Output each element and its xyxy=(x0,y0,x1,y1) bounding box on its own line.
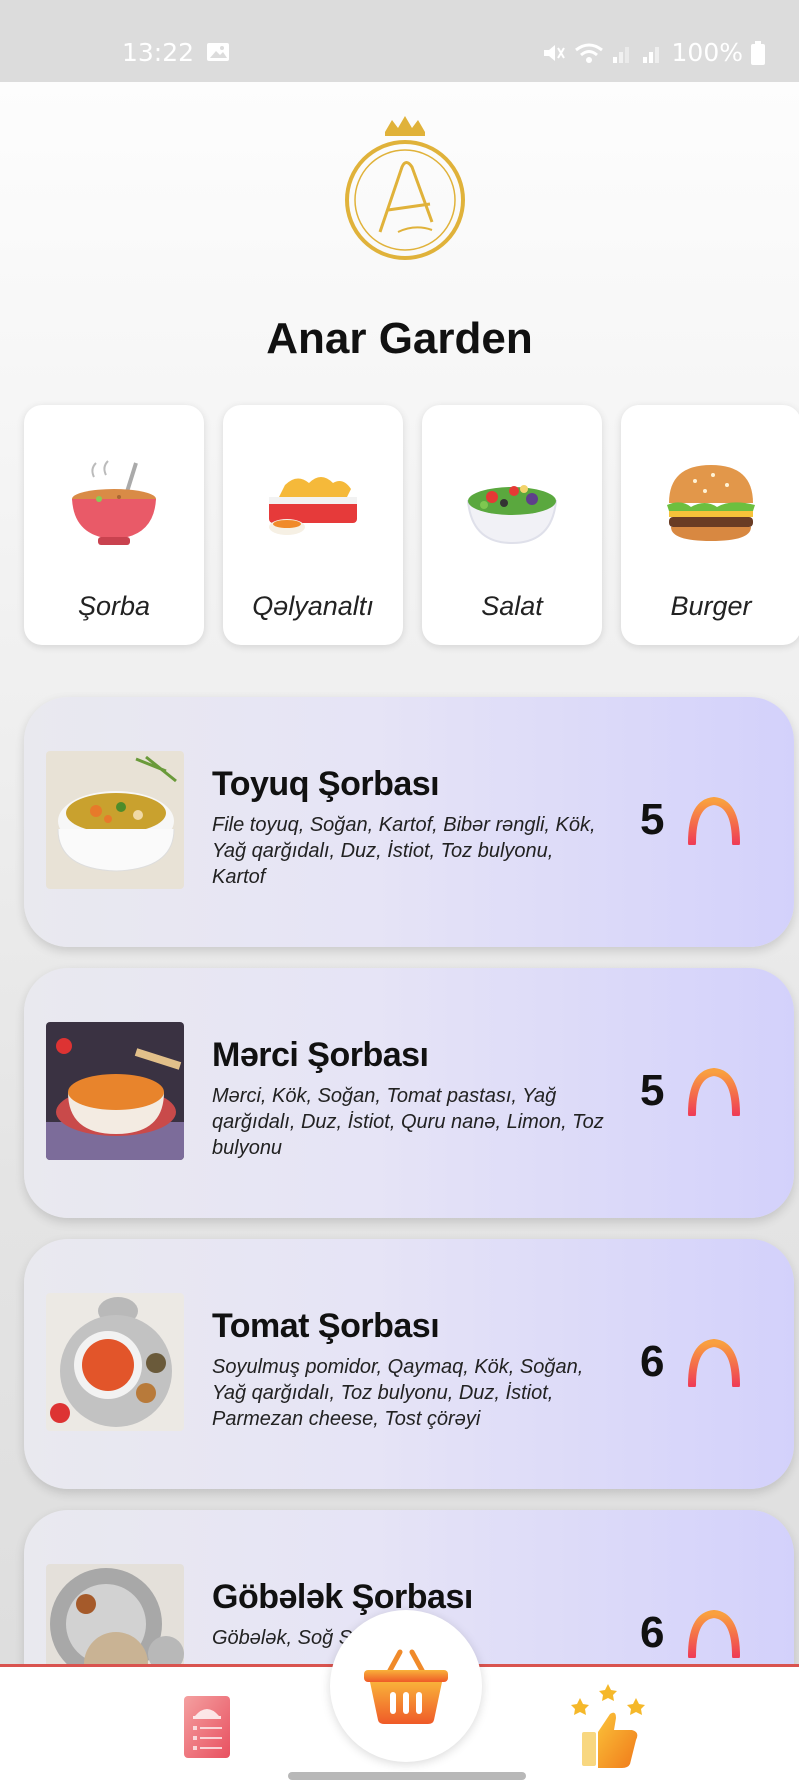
category-label: Qəlyanaltı xyxy=(252,591,374,621)
category-label: Burger xyxy=(670,591,752,621)
thumbs-up-stars-icon[interactable] xyxy=(570,1682,646,1770)
dish-price: 6 xyxy=(640,1337,665,1386)
manat-icon xyxy=(688,1602,740,1658)
status-indicators: 100% xyxy=(542,38,765,67)
status-bar: 13:22 100% xyxy=(0,0,799,82)
mute-icon xyxy=(543,44,565,61)
restaurant-name: Anar Garden xyxy=(266,314,533,363)
dish-name: Toyuq Şorbası xyxy=(212,765,440,803)
category-card-burger[interactable]: Burger xyxy=(621,405,799,645)
dish-price: 5 xyxy=(640,1066,665,1115)
menu-item-card-merci-sorbasi[interactable]: Mərci Şorbası Mərci, Kök, Soğan, Tomat p… xyxy=(24,968,794,1218)
category-label: Salat xyxy=(481,591,543,621)
burger-icon xyxy=(667,465,755,541)
manat-icon xyxy=(688,1060,740,1116)
category-carousel[interactable]: Şorba Qəlyanaltı Salat Burger xyxy=(24,405,799,645)
home-indicator[interactable] xyxy=(288,1772,526,1780)
dish-ingredients: Mərci, Kök, Soğan, Tomat pastası, Yağ qa… xyxy=(212,1085,604,1159)
restaurant-logo-icon xyxy=(345,116,465,260)
menu-item-card-toyuq-sorbasi[interactable]: Toyuq Şorbası File toyuq, Soğan, Kartof,… xyxy=(24,697,794,947)
signal-icon-1 xyxy=(612,46,629,63)
menu-item-card-tomat-sorbasi[interactable]: Tomat Şorbası Soyulmuş pomidor, Qaymaq, … xyxy=(24,1239,794,1489)
category-label: Şorba xyxy=(77,591,151,621)
gallery-notification-icon xyxy=(207,43,229,61)
dish-ingredients: Soyulmuş pomidor, Qaymaq, Kök, Soğan, Ya… xyxy=(212,1356,584,1430)
category-card-sorba[interactable]: Şorba xyxy=(24,405,204,645)
dish-price: 5 xyxy=(640,795,665,844)
shopping-basket-icon xyxy=(364,1649,448,1724)
dish-price: 6 xyxy=(640,1608,665,1657)
salad-bowl-icon xyxy=(466,485,558,545)
dish-image xyxy=(46,1022,184,1160)
soup-bowl-icon xyxy=(72,460,156,545)
wifi-icon xyxy=(574,43,603,63)
dish-name: Mərci Şorbası xyxy=(212,1036,429,1074)
snack-platter-icon xyxy=(269,477,357,535)
category-card-qelyanalti[interactable]: Qəlyanaltı xyxy=(223,405,403,645)
status-time: 13:22 xyxy=(122,38,195,67)
manat-icon xyxy=(688,789,740,845)
battery-icon xyxy=(751,40,765,65)
battery-percent: 100% xyxy=(671,38,743,67)
dish-name: Göbələk Şorbası xyxy=(212,1578,473,1616)
dish-image xyxy=(46,1564,184,1664)
dish-image xyxy=(46,751,184,889)
dish-image xyxy=(46,1293,184,1431)
manat-icon xyxy=(688,1331,740,1387)
signal-icon-2 xyxy=(642,46,659,63)
main-content[interactable]: Anar Garden Şorba Qəlyanaltı Salat Burge… xyxy=(0,82,799,1664)
dish-name: Tomat Şorbası xyxy=(212,1307,440,1345)
cart-button[interactable] xyxy=(330,1610,482,1762)
category-card-salat[interactable]: Salat xyxy=(422,405,602,645)
dish-ingredients: File toyuq, Soğan, Kartof, Bibər rəngli,… xyxy=(212,814,596,888)
menu-book-icon[interactable] xyxy=(180,1692,234,1762)
